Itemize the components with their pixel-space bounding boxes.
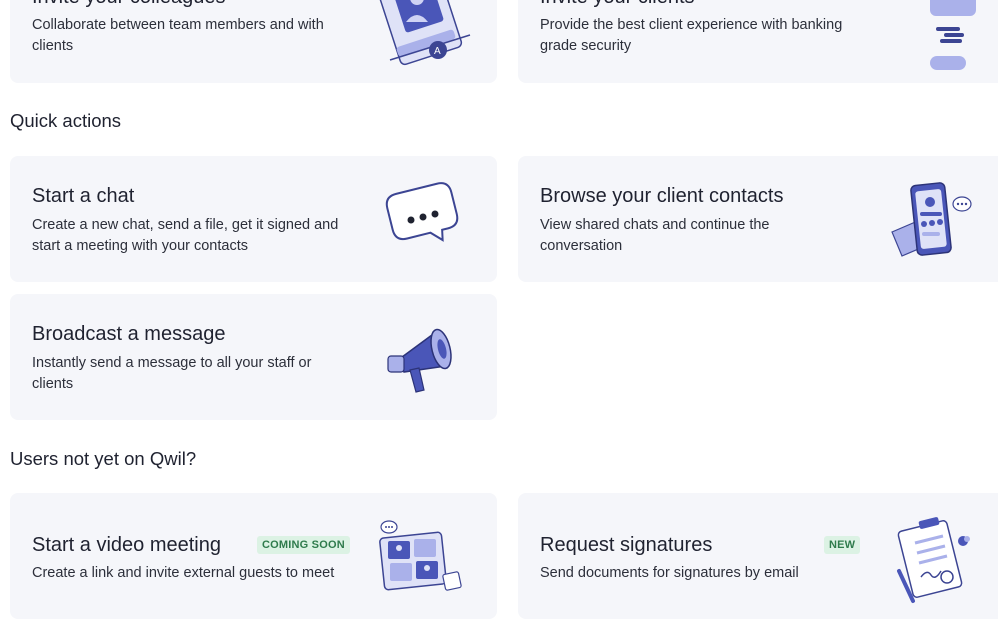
clipboard-signature-icon	[897, 517, 970, 603]
request-signatures-title: Request signatures	[540, 534, 713, 556]
security-shield-icon	[930, 0, 976, 70]
browse-contacts-description: View shared chats and continue the conve…	[540, 217, 770, 254]
browse-contacts-card[interactable]: Browse your client contacts View shared …	[518, 156, 998, 282]
video-meeting-icon	[379, 520, 462, 591]
broadcast-message-title: Broadcast a message	[32, 323, 226, 345]
invite-colleagues-description: Collaborate between team members and wit…	[32, 17, 324, 54]
broadcast-message-card[interactable]: Broadcast a message Instantly send a mes…	[10, 294, 497, 420]
megaphone-icon	[387, 328, 452, 393]
request-signatures-description: Send documents for signatures by email	[540, 565, 799, 581]
broadcast-message-description: Instantly send a message to all your sta…	[32, 355, 312, 392]
video-meeting-description: Create a link and invite external guests…	[32, 565, 335, 581]
external-users-heading: Users not yet on Qwil?	[10, 448, 197, 469]
chat-bubble-icon	[385, 182, 459, 242]
start-chat-card[interactable]: Start a chat Create a new chat, send a f…	[10, 156, 497, 282]
new-badge: NEW	[824, 536, 861, 554]
browse-contacts-title: Browse your client contacts	[540, 185, 784, 207]
invite-colleagues-title: Invite your colleagues	[32, 0, 225, 9]
invite-clients-title: Invite your clients	[540, 0, 695, 9]
invite-clients-description: Provide the best client experience with …	[540, 17, 843, 54]
quick-actions-heading: Quick actions	[10, 110, 122, 131]
coming-soon-badge: COMING SOON	[257, 536, 350, 554]
invite-clients-card[interactable]: Invite your clients Provide the best cli…	[518, 0, 998, 83]
video-meeting-card[interactable]: Start a video meeting COMING SOON Create…	[10, 493, 497, 619]
phone-contacts-icon	[891, 182, 972, 257]
request-signatures-card[interactable]: Request signatures NEW Send documents fo…	[518, 493, 998, 619]
invite-colleagues-illustration-icon: A	[373, 0, 471, 66]
start-chat-title: Start a chat	[32, 185, 135, 207]
start-chat-description: Create a new chat, send a file, get it s…	[32, 217, 339, 254]
svg-text:A: A	[434, 46, 441, 57]
invite-colleagues-card[interactable]: Invite your colleagues Collaborate betwe…	[10, 0, 497, 83]
video-meeting-title: Start a video meeting	[32, 534, 221, 556]
